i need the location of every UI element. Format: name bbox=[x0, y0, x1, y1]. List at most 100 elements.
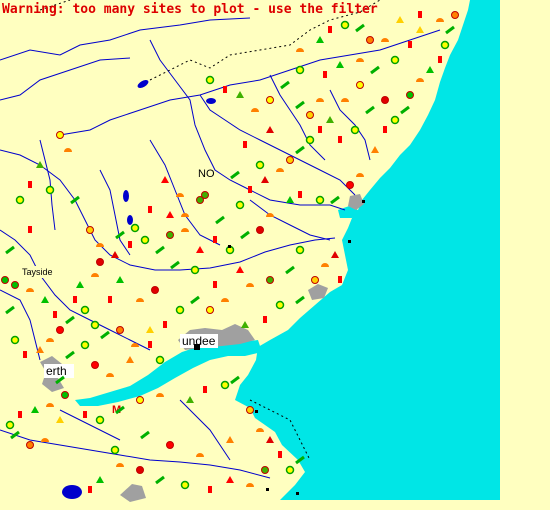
site-marker[interactable] bbox=[190, 265, 200, 275]
site-marker[interactable] bbox=[1, 276, 9, 284]
site-marker[interactable] bbox=[80, 305, 90, 315]
map-view[interactable]: Warning: too many sites to plot - use th… bbox=[0, 0, 550, 510]
site-marker[interactable] bbox=[180, 480, 190, 490]
site-marker[interactable] bbox=[406, 91, 414, 99]
site-marker[interactable] bbox=[130, 223, 140, 233]
site-marker[interactable] bbox=[45, 185, 55, 195]
region-label: Tayside bbox=[22, 267, 53, 277]
site-marker[interactable] bbox=[203, 386, 207, 393]
site-marker[interactable] bbox=[315, 195, 325, 205]
site-marker[interactable] bbox=[201, 191, 209, 199]
site-marker[interactable] bbox=[311, 276, 319, 284]
site-marker[interactable] bbox=[328, 26, 332, 33]
site-marker[interactable] bbox=[256, 226, 264, 234]
site-map[interactable]: Warning: too many sites to plot - use th… bbox=[0, 0, 550, 510]
site-marker[interactable] bbox=[346, 181, 354, 189]
site-marker[interactable] bbox=[263, 316, 267, 323]
site-marker[interactable] bbox=[88, 486, 92, 493]
site-marker[interactable] bbox=[83, 411, 87, 418]
site-marker[interactable] bbox=[148, 341, 152, 348]
site-marker[interactable] bbox=[298, 191, 302, 198]
site-marker[interactable] bbox=[451, 11, 459, 19]
point-feature bbox=[348, 240, 351, 243]
site-marker[interactable] bbox=[56, 326, 64, 334]
site-marker[interactable] bbox=[278, 451, 282, 458]
site-marker[interactable] bbox=[213, 281, 217, 288]
site-marker[interactable] bbox=[295, 245, 305, 255]
point-feature bbox=[362, 200, 365, 203]
site-marker[interactable] bbox=[175, 305, 185, 315]
site-marker[interactable] bbox=[28, 181, 32, 188]
site-marker[interactable] bbox=[53, 311, 57, 318]
site-marker[interactable] bbox=[390, 115, 400, 125]
site-marker[interactable] bbox=[166, 441, 174, 449]
site-marker[interactable] bbox=[243, 141, 247, 148]
site-marker[interactable] bbox=[340, 20, 350, 30]
frame-bottom bbox=[0, 500, 550, 510]
site-marker[interactable] bbox=[155, 355, 165, 365]
site-marker[interactable] bbox=[128, 241, 132, 248]
site-marker[interactable] bbox=[73, 296, 77, 303]
site-marker[interactable] bbox=[11, 281, 19, 289]
site-marker[interactable] bbox=[418, 11, 422, 18]
site-marker[interactable] bbox=[275, 300, 285, 310]
site-marker[interactable] bbox=[86, 226, 94, 234]
site-marker[interactable] bbox=[440, 40, 450, 50]
site-marker[interactable] bbox=[116, 326, 124, 334]
site-marker[interactable] bbox=[286, 156, 294, 164]
site-marker[interactable] bbox=[261, 466, 269, 474]
site-marker[interactable] bbox=[208, 486, 212, 493]
site-marker[interactable] bbox=[10, 335, 20, 345]
site-marker[interactable] bbox=[306, 111, 314, 119]
site-marker[interactable] bbox=[266, 276, 274, 284]
site-marker[interactable] bbox=[213, 236, 217, 243]
site-marker[interactable] bbox=[350, 125, 360, 135]
site-marker[interactable] bbox=[90, 320, 100, 330]
site-marker[interactable] bbox=[248, 186, 252, 193]
site-marker[interactable] bbox=[91, 361, 99, 369]
site-marker[interactable] bbox=[166, 231, 174, 239]
site-marker[interactable] bbox=[136, 396, 144, 404]
site-marker[interactable] bbox=[61, 391, 69, 399]
site-marker[interactable] bbox=[56, 131, 64, 139]
site-marker[interactable] bbox=[136, 466, 144, 474]
site-marker[interactable] bbox=[151, 286, 159, 294]
site-marker[interactable] bbox=[110, 445, 120, 455]
site-marker[interactable] bbox=[163, 321, 167, 328]
site-marker[interactable] bbox=[108, 296, 112, 303]
site-marker[interactable] bbox=[383, 126, 387, 133]
site-marker[interactable] bbox=[285, 465, 295, 475]
site-marker[interactable] bbox=[26, 441, 34, 449]
site-marker[interactable] bbox=[23, 351, 27, 358]
site-marker[interactable] bbox=[305, 135, 315, 145]
site-marker[interactable] bbox=[96, 258, 104, 266]
loch-brandy bbox=[206, 98, 216, 104]
site-marker[interactable] bbox=[438, 56, 442, 63]
site-marker[interactable] bbox=[318, 126, 322, 133]
site-marker[interactable] bbox=[28, 226, 32, 233]
site-marker[interactable] bbox=[338, 276, 342, 283]
site-marker[interactable] bbox=[295, 65, 305, 75]
site-marker[interactable] bbox=[323, 71, 327, 78]
site-marker[interactable] bbox=[223, 86, 227, 93]
site-marker[interactable] bbox=[18, 411, 22, 418]
site-marker[interactable] bbox=[140, 235, 150, 245]
site-marker[interactable] bbox=[206, 306, 214, 314]
site-marker[interactable] bbox=[366, 36, 374, 44]
site-marker[interactable] bbox=[95, 415, 105, 425]
site-marker[interactable] bbox=[338, 136, 342, 143]
site-marker[interactable] bbox=[356, 81, 364, 89]
site-marker[interactable] bbox=[408, 41, 412, 48]
site-marker[interactable] bbox=[381, 96, 389, 104]
site-marker[interactable] bbox=[220, 380, 230, 390]
site-marker[interactable] bbox=[205, 75, 215, 85]
site-marker[interactable] bbox=[80, 340, 90, 350]
site-marker[interactable] bbox=[266, 96, 274, 104]
site-marker[interactable] bbox=[246, 406, 254, 414]
site-marker[interactable] bbox=[235, 200, 245, 210]
site-marker[interactable] bbox=[255, 160, 265, 170]
site-marker[interactable] bbox=[390, 55, 400, 65]
site-marker[interactable] bbox=[15, 195, 25, 205]
site-marker[interactable] bbox=[148, 206, 152, 213]
site-marker[interactable] bbox=[5, 420, 15, 430]
